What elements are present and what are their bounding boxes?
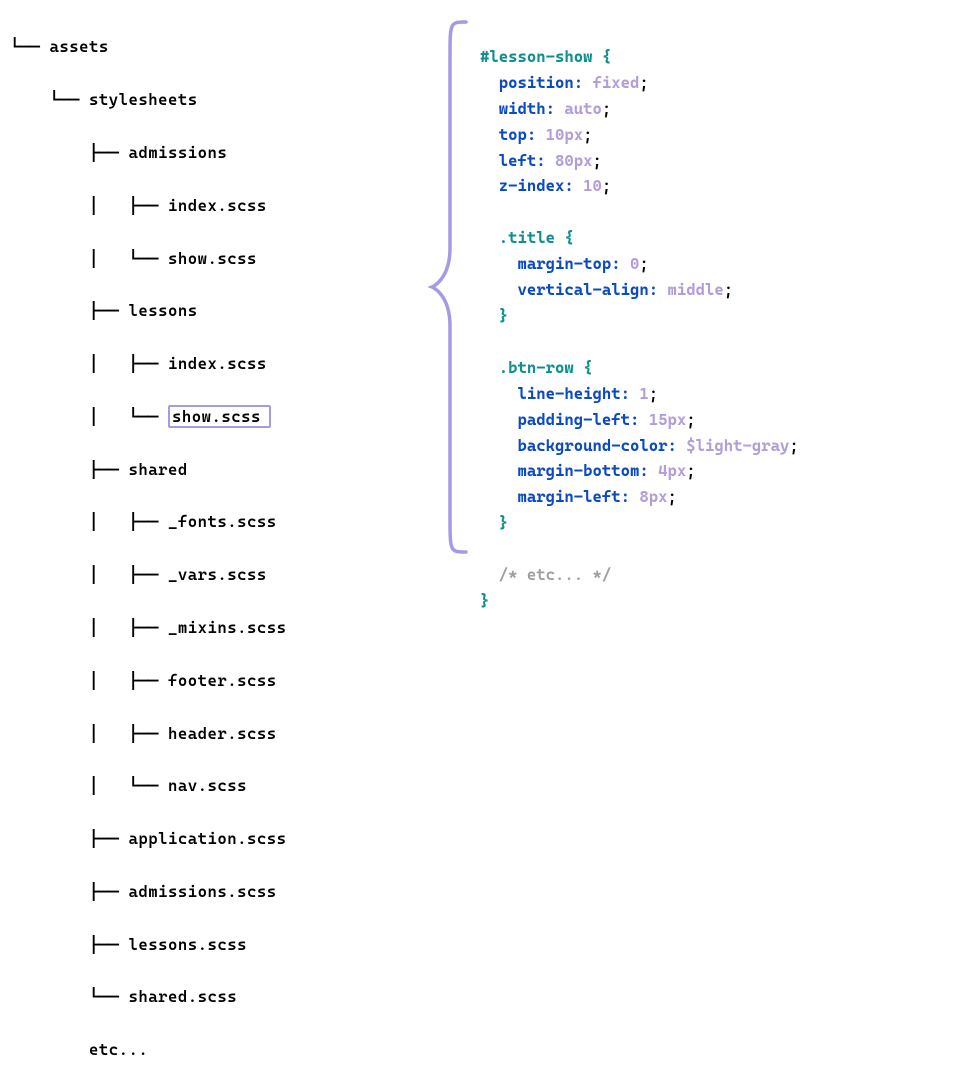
file-item: admissions.scss [129, 882, 277, 901]
code-line: } [480, 306, 508, 325]
file-item: _vars.scss [168, 565, 267, 584]
file-item: lessons.scss [129, 935, 248, 954]
file-item: _fonts.scss [168, 512, 277, 531]
file-item: header.scss [168, 724, 277, 743]
code-line: left: 80px; [480, 151, 602, 170]
tree-trailing: etc... [89, 1040, 148, 1059]
code-line: background-color: $light-gray; [480, 436, 799, 455]
file-item-highlighted: show.scss [168, 405, 271, 428]
file-item: _mixins.scss [168, 618, 287, 637]
code-line: } [480, 513, 508, 532]
code-line [480, 332, 489, 351]
code-line [480, 539, 489, 558]
code-line: line-height: 1; [480, 384, 658, 403]
code-line: width: auto; [480, 99, 611, 118]
tree-line: │ ├── _mixins.scss [10, 615, 955, 641]
code-line: position: fixed; [480, 73, 649, 92]
folder-stylesheets: stylesheets [89, 90, 198, 109]
code-line: z-index: 10; [480, 176, 611, 195]
tree-line: │ ├── footer.scss [10, 668, 955, 694]
code-line: .btn-row { [480, 358, 593, 377]
file-item: index.scss [168, 354, 267, 373]
code-line: padding-left: 15px; [480, 410, 696, 429]
code-line: top: 10px; [480, 125, 593, 144]
tree-line: │ └── nav.scss [10, 773, 955, 799]
folder-assets: assets [50, 37, 109, 56]
code-line: margin-left: 8px; [480, 487, 677, 506]
tree-line: etc... [10, 1037, 955, 1063]
code-line: vertical-align: middle; [480, 280, 733, 299]
code-line: #lesson-show { [480, 47, 611, 66]
folder-admissions: admissions [129, 143, 228, 162]
file-item: nav.scss [168, 776, 247, 795]
tree-line: │ ├── header.scss [10, 721, 955, 747]
code-line: margin-top: 0; [480, 254, 649, 273]
tree-line: ├── admissions.scss [10, 879, 955, 905]
tree-line: ├── application.scss [10, 826, 955, 852]
tree-line: └── shared.scss [10, 984, 955, 1010]
curly-brace-icon [428, 18, 474, 556]
code-line: .title { [480, 228, 574, 247]
file-item: application.scss [129, 829, 287, 848]
code-line: } [480, 591, 489, 610]
file-item: index.scss [168, 196, 267, 215]
code-panel: #lesson-show { position: fixed; width: a… [480, 18, 799, 614]
file-item: shared.scss [129, 987, 238, 1006]
code-line: margin-bottom: 4px; [480, 461, 696, 480]
code-line: /* etc... */ [480, 565, 611, 584]
folder-lessons: lessons [129, 301, 198, 320]
file-item: show.scss [168, 249, 257, 268]
folder-shared: shared [129, 460, 188, 479]
code-line [480, 202, 489, 221]
tree-line: ├── lessons.scss [10, 932, 955, 958]
file-item: footer.scss [168, 671, 277, 690]
